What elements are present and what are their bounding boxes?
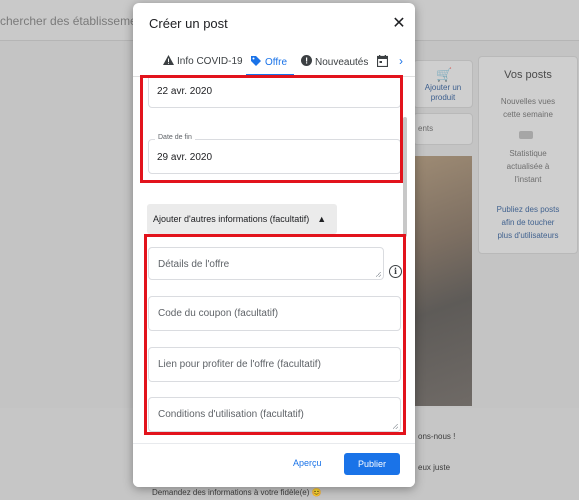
- post-type-tabs: Info COVID-19 Offre Nouveautés ›: [133, 48, 415, 77]
- megaphone-icon: [301, 55, 312, 69]
- scrollbar-thumb[interactable]: [403, 117, 407, 237]
- calendar-icon: [376, 55, 389, 70]
- vos-posts-link1: Publiez des posts: [496, 205, 560, 214]
- stats-icon: [519, 131, 533, 139]
- preview-button[interactable]: Aperçu: [293, 458, 322, 468]
- dialog-title: Créer un post: [149, 16, 228, 31]
- vos-posts-stat1: Statistique: [509, 149, 547, 158]
- vos-posts-title: Vos posts: [504, 69, 552, 81]
- add-product-card: 🛒 Ajouter un produit: [413, 60, 473, 108]
- tab-offre[interactable]: Offre: [250, 55, 287, 70]
- tab-info-covid[interactable]: Info COVID-19: [163, 55, 243, 68]
- tab-nouveautes-label: Nouveautés: [315, 56, 369, 68]
- close-icon[interactable]: ✕: [391, 16, 407, 32]
- tab-nouveautes[interactable]: Nouveautés: [301, 55, 368, 69]
- chevron-right-icon[interactable]: ›: [399, 54, 403, 68]
- vos-posts-link3: plus d'utilisateurs: [497, 231, 559, 240]
- more-info-label: Ajouter d'autres informations (facultati…: [153, 214, 310, 224]
- ents-text: ents: [418, 124, 434, 133]
- vos-posts-stat3: l'instant: [514, 175, 542, 184]
- vos-posts-stat2: actualisée à: [506, 162, 550, 171]
- vos-posts-line1: Nouvelles vues: [500, 97, 556, 106]
- vos-posts-line2: cette semaine: [503, 110, 553, 119]
- vos-posts-link2: afin de toucher: [501, 218, 555, 227]
- tab-offre-label: Offre: [265, 57, 288, 68]
- highlight-offer-fields: [144, 234, 406, 435]
- publish-button[interactable]: Publier: [344, 453, 400, 475]
- add-product-label-2: produit: [430, 93, 456, 102]
- highlight-date-fields: [140, 75, 403, 183]
- background-photo: [410, 156, 472, 406]
- more-info-toggle-button[interactable]: Ajouter d'autres informations (facultati…: [147, 204, 337, 234]
- background-search-text: chercher des établissements: [0, 14, 153, 28]
- warning-icon: [163, 55, 174, 68]
- dialog-footer: Aperçu Publier: [133, 443, 415, 487]
- tab-evenement[interactable]: [376, 55, 389, 70]
- cart-icon: 🛒: [436, 67, 453, 82]
- background-card-ents: ents: [413, 113, 473, 145]
- tab-info-covid-label: Info COVID-19: [177, 56, 243, 67]
- caret-up-icon: ▲: [317, 214, 327, 224]
- background-fragment-3: Demandez des informations à votre fidèle…: [152, 488, 322, 497]
- add-product-label-1: Ajouter un: [424, 83, 462, 92]
- tag-icon: [250, 55, 262, 70]
- vos-posts-card: Vos posts Nouvelles vues cette semaine S…: [478, 56, 578, 254]
- background-fragment-1: ons-nous !: [418, 432, 456, 441]
- background-fragment-2: eux juste: [418, 463, 451, 472]
